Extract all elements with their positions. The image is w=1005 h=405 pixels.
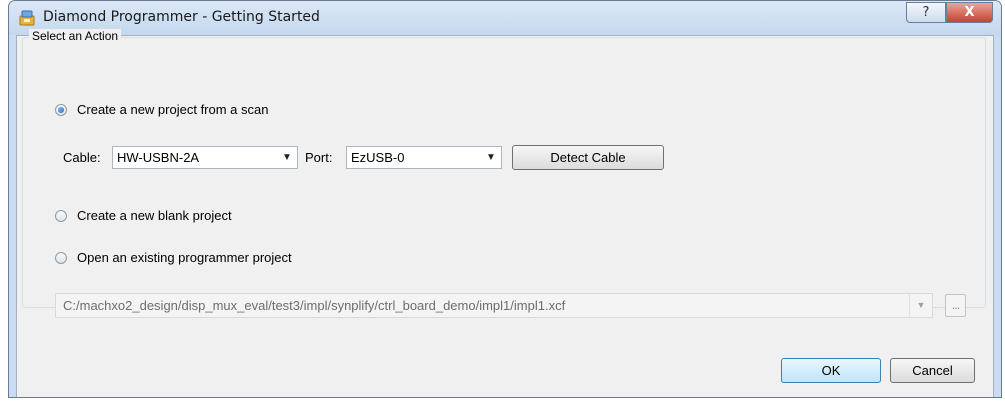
option-new-blank[interactable]: Create a new blank project bbox=[55, 208, 232, 223]
title-bar: Diamond Programmer - Getting Started ? X bbox=[9, 1, 1001, 35]
close-button[interactable]: X bbox=[946, 2, 993, 23]
group-label: Select an Action bbox=[29, 29, 122, 43]
port-select-value: EzUSB-0 bbox=[351, 150, 405, 165]
chevron-down-icon: ▼ bbox=[282, 152, 292, 163]
close-icon: X bbox=[964, 5, 975, 20]
project-path-value: C:/machxo2_design/disp_mux_eval/test3/im… bbox=[63, 298, 566, 313]
diamond-programmer-icon bbox=[19, 10, 35, 26]
option-new-from-scan[interactable]: Create a new project from a scan bbox=[55, 102, 268, 117]
cable-label: Cable: bbox=[63, 150, 101, 165]
radio-new-from-scan[interactable] bbox=[55, 103, 67, 116]
port-select[interactable]: EzUSB-0 ▼ bbox=[346, 146, 502, 169]
option-new-blank-label: Create a new blank project bbox=[77, 208, 232, 223]
action-groupbox: Select an Action bbox=[22, 29, 986, 308]
option-open-existing[interactable]: Open an existing programmer project bbox=[55, 250, 292, 265]
option-new-from-scan-label: Create a new project from a scan bbox=[77, 102, 269, 117]
ok-button[interactable]: OK bbox=[781, 358, 881, 383]
browse-button[interactable]: ... bbox=[945, 294, 966, 317]
radio-new-blank[interactable] bbox=[55, 209, 67, 222]
cable-select[interactable]: HW-USBN-2A ▼ bbox=[112, 146, 298, 169]
window-title: Diamond Programmer - Getting Started bbox=[43, 9, 320, 25]
cable-select-value: HW-USBN-2A bbox=[117, 150, 200, 165]
radio-open-existing[interactable] bbox=[55, 251, 67, 264]
chevron-down-icon: ▼ bbox=[909, 294, 932, 317]
cancel-button[interactable]: Cancel bbox=[890, 358, 975, 383]
chevron-down-icon: ▼ bbox=[486, 152, 496, 163]
project-path-select[interactable]: C:/machxo2_design/disp_mux_eval/test3/im… bbox=[55, 293, 933, 318]
help-icon: ? bbox=[922, 5, 930, 20]
help-button[interactable]: ? bbox=[906, 2, 946, 23]
port-label: Port: bbox=[305, 150, 333, 165]
detect-cable-button[interactable]: Detect Cable bbox=[512, 145, 664, 170]
option-open-existing-label: Open an existing programmer project bbox=[77, 250, 292, 265]
